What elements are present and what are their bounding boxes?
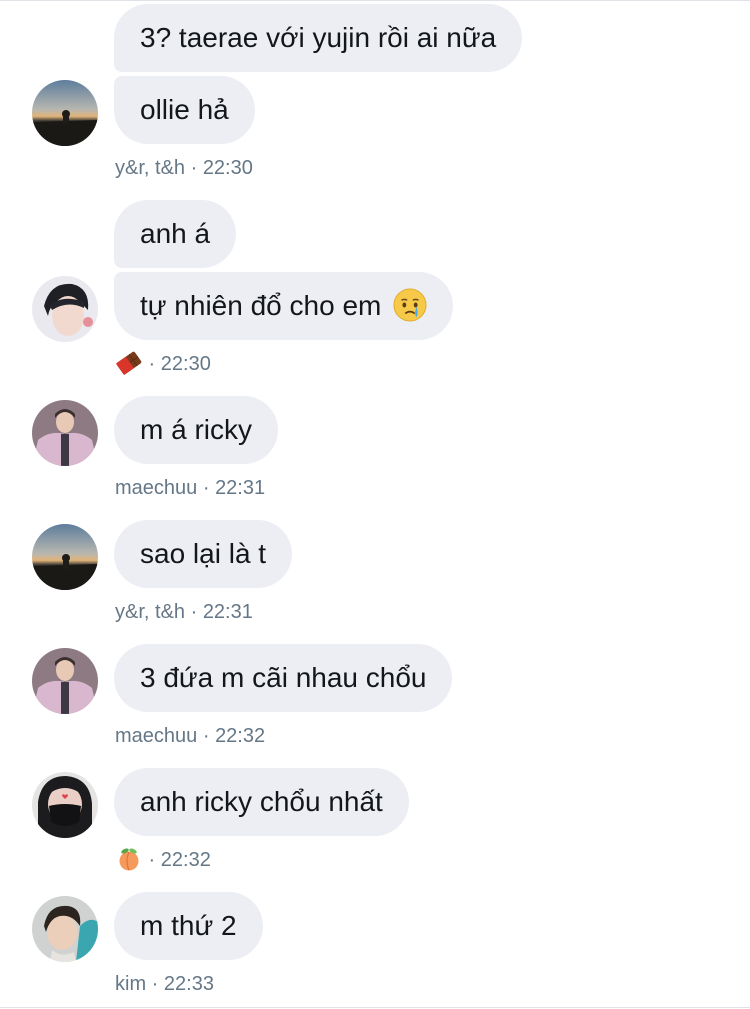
crying-face-icon (393, 288, 427, 322)
avatar-yr-th[interactable] (32, 524, 98, 590)
avatar-yr-th[interactable] (32, 80, 98, 146)
sender-name: maechuu (115, 477, 198, 499)
timestamp: 22:33 (163, 973, 214, 995)
sunset-photo-icon (32, 524, 98, 590)
portrait-photo-icon (32, 400, 98, 466)
message-bubble[interactable]: tự nhiên đổ cho em (114, 272, 454, 340)
message-bubble[interactable]: sao lại là t (114, 520, 293, 588)
sender-name: maechuu (115, 725, 198, 747)
avatar-chocolate-user[interactable] (32, 276, 98, 342)
message-bubble[interactable]: 3 đứa m cãi nhau chổu (114, 644, 453, 712)
portrait-photo-icon (32, 276, 98, 342)
bottom-divider (0, 1007, 750, 1008)
message-text: anh ricky chổu nhất (140, 786, 383, 817)
sender-name: y&r, t&h (115, 601, 186, 623)
masked-portrait-icon (32, 772, 98, 838)
message-bubble[interactable]: 3? taerae với yujin rồi ai nữa (114, 4, 523, 72)
message-bubble[interactable]: ollie hả (114, 76, 255, 144)
message-text: m thứ 2 (140, 910, 237, 941)
message-meta: kim · 22:33 (115, 973, 214, 995)
message-text: 3 đứa m cãi nhau chổu (140, 662, 427, 693)
message-meta: · 22:30 (115, 351, 211, 377)
message-text: 3? taerae với yujin rồi ai nữa (140, 22, 497, 53)
message-bubble[interactable]: m thứ 2 (114, 892, 263, 960)
top-divider (0, 0, 750, 1)
timestamp: 22:30 (202, 157, 253, 179)
timestamp: 22:31 (215, 477, 266, 499)
portrait-photo-icon (32, 648, 98, 714)
message-meta: maechuu · 22:32 (115, 725, 266, 747)
avatar-maechuu[interactable] (32, 400, 98, 466)
message-bubble[interactable]: anh ricky chổu nhất (114, 768, 409, 836)
avatar-kim[interactable] (32, 896, 98, 962)
message-meta: y&r, t&h · 22:31 (115, 601, 253, 623)
timestamp: 22:32 (215, 725, 266, 747)
timestamp: 22:30 (160, 353, 211, 375)
message-text: m á ricky (140, 414, 252, 445)
portrait-photo-icon (32, 896, 98, 962)
sender-name: y&r, t&h (115, 157, 186, 179)
message-meta: y&r, t&h · 22:30 (115, 157, 253, 179)
message-bubble[interactable]: m á ricky (114, 396, 278, 464)
avatar-peach-user[interactable] (32, 772, 98, 838)
sender-name: kim (115, 973, 147, 995)
message-text: sao lại là t (140, 538, 267, 569)
chocolate-bar-icon (115, 351, 142, 375)
peach-icon (119, 848, 139, 871)
message-meta: · 22:32 (115, 847, 211, 873)
message-text: anh á (140, 218, 211, 249)
avatar-maechuu[interactable] (32, 648, 98, 714)
timestamp: 22:32 (160, 849, 211, 871)
message-text: ollie hả (140, 94, 229, 125)
message-meta: maechuu · 22:31 (115, 477, 266, 499)
sunset-photo-icon (32, 80, 98, 146)
dm-conversation: 3? taerae với yujin rồi ai nữa ollie hả … (0, 0, 750, 1009)
message-text: tự nhiên đổ cho em (140, 290, 382, 321)
message-bubble[interactable]: anh á (114, 200, 237, 268)
timestamp: 22:31 (202, 601, 253, 623)
